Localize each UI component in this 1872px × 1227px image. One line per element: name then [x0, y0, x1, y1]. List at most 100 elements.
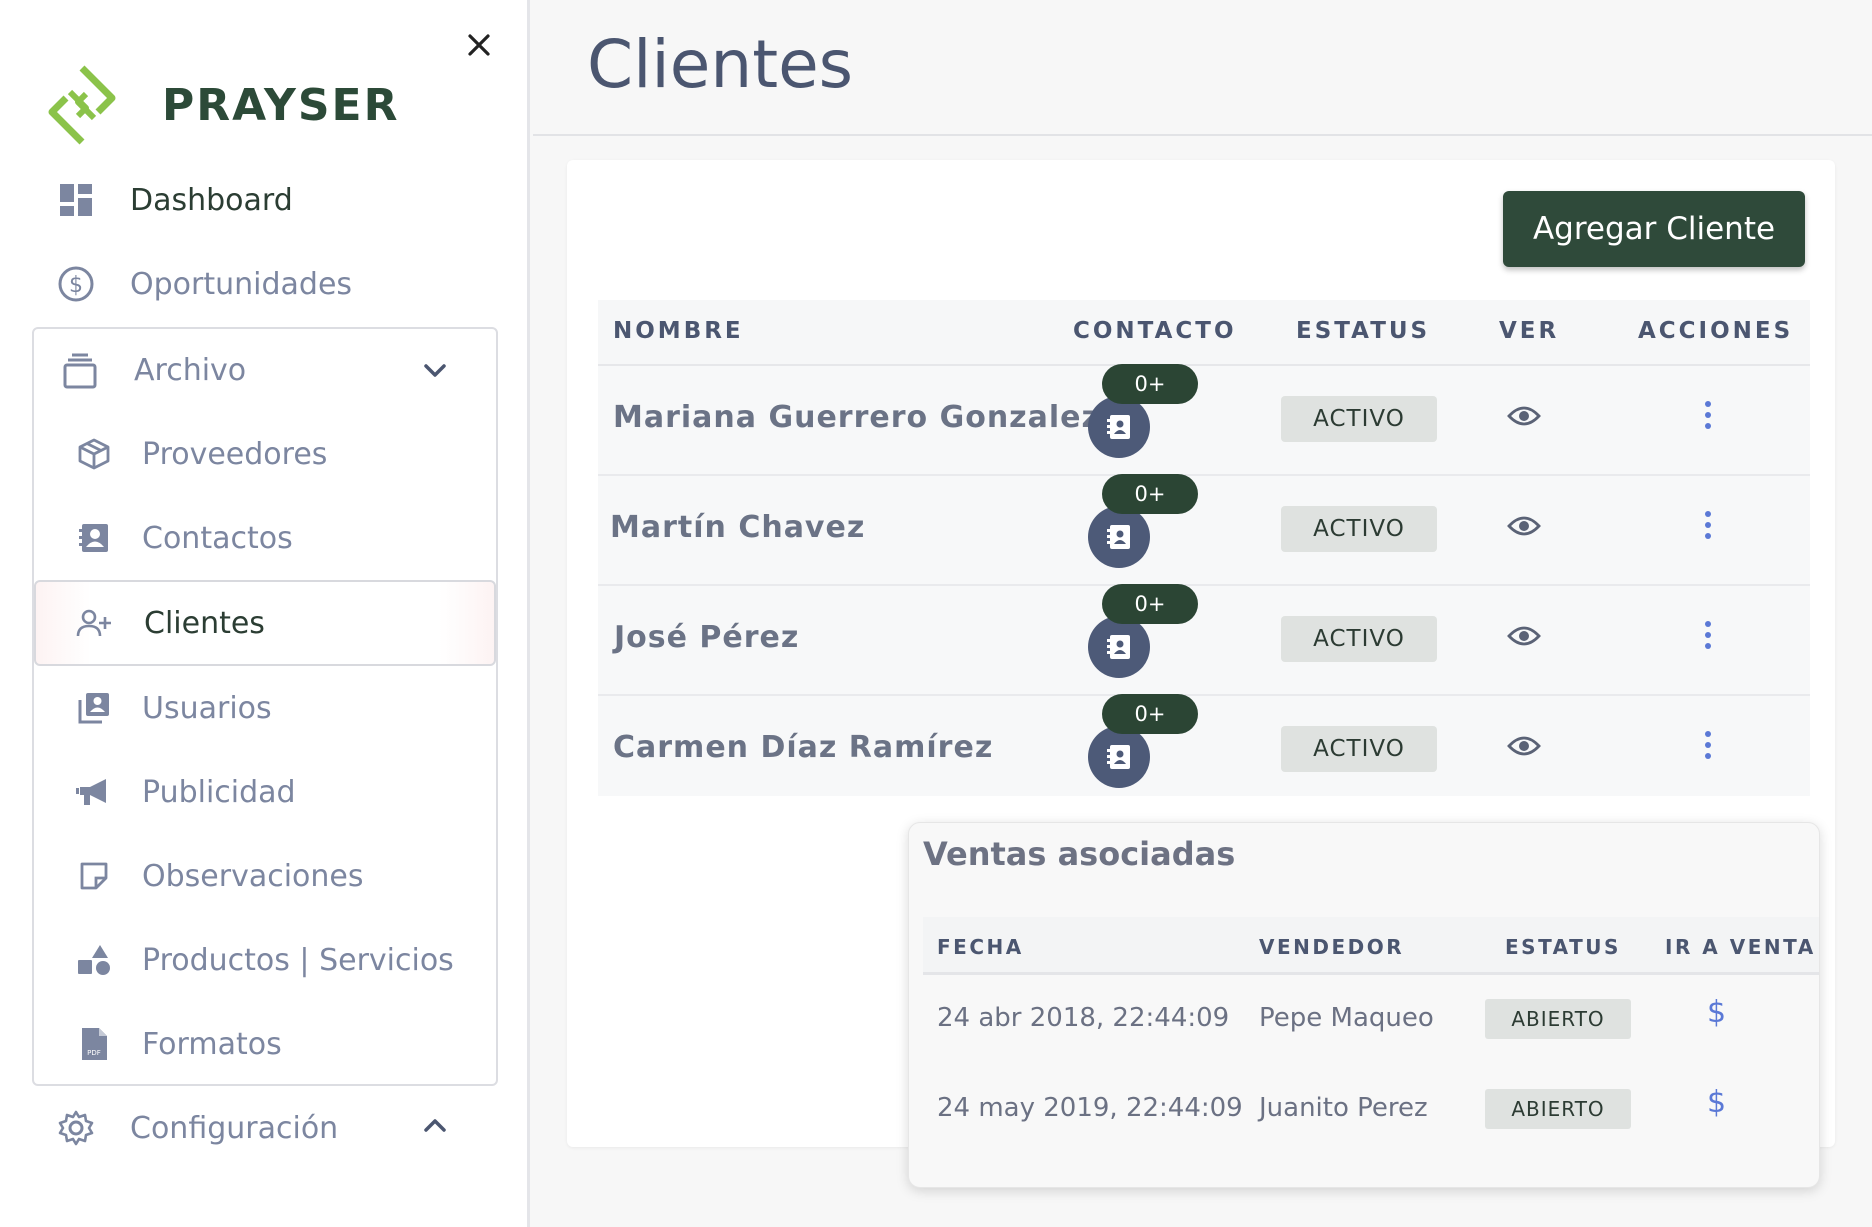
sidebar: PRAYSER Dashboard $ Oportunidades Archiv…	[0, 0, 530, 1227]
contact-button[interactable]	[1088, 506, 1150, 568]
ventas-table-header: FECHA VENDEDOR ESTATUS IR A VENTA	[923, 917, 1819, 975]
brand-name: PRAYSER	[162, 79, 400, 131]
client-name: Mariana Guerrero Gonzalez	[613, 400, 1100, 435]
sidebar-item-dashboard[interactable]: Dashboard	[56, 180, 293, 220]
seller-name: Juanito Perez	[1259, 1093, 1428, 1123]
sidebar-item-archivo[interactable]: Archivo	[60, 350, 460, 390]
sidebar-item-label: Clientes	[144, 605, 265, 641]
table-row: Martín Chavez 0+ ACTIVO	[598, 474, 1810, 586]
sidebar-item-proveedores[interactable]: Proveedores	[74, 434, 327, 474]
eye-icon	[1507, 626, 1541, 646]
sidebar-item-clientes[interactable]: Clientes	[74, 603, 265, 643]
view-button[interactable]	[1507, 624, 1541, 652]
row-actions-button[interactable]	[1702, 620, 1714, 654]
row-actions-button[interactable]	[1702, 510, 1714, 544]
column-header-estatus: ESTATUS	[1505, 935, 1621, 959]
row-actions-button[interactable]	[1702, 730, 1714, 764]
status-badge: ACTIVO	[1281, 616, 1437, 662]
sidebar-item-label: Proveedores	[142, 436, 328, 472]
column-header-fecha: FECHA	[937, 935, 1024, 959]
more-vertical-icon	[1705, 621, 1711, 649]
table-row: Mariana Guerrero Gonzalez 0+ ACTIVO	[598, 364, 1810, 476]
sidebar-item-observaciones[interactable]: Observaciones	[74, 856, 364, 896]
contact-count-badge: 0+	[1102, 364, 1198, 404]
sale-status-badge: ABIERTO	[1485, 1089, 1631, 1129]
column-header-acciones: ACCIONES	[1638, 318, 1794, 344]
contact-count-badge: 0+	[1102, 474, 1198, 514]
sidebar-item-formatos[interactable]: PDF Formatos	[74, 1024, 282, 1064]
box-icon	[74, 434, 114, 474]
table-row: Carmen Díaz Ramírez 0+ ACTIVO	[598, 694, 1810, 796]
note-icon	[74, 856, 114, 896]
eye-icon	[1507, 736, 1541, 756]
sidebar-item-label: Dashboard	[130, 182, 293, 218]
sidebar-item-usuarios[interactable]: Usuarios	[74, 688, 272, 728]
eye-icon	[1507, 406, 1541, 426]
sale-status-badge: ABIERTO	[1485, 999, 1631, 1039]
page-title: Clientes	[587, 26, 854, 103]
dollar-circle-icon: $	[56, 264, 96, 304]
more-vertical-icon	[1705, 511, 1711, 539]
sidebar-item-label: Contactos	[142, 520, 293, 556]
column-header-contacto: CONTACTO	[1073, 318, 1237, 344]
sidebar-item-label: Observaciones	[142, 858, 364, 894]
contact-cell: 0+	[1088, 694, 1198, 806]
go-to-sale-link[interactable]: $	[1707, 1085, 1726, 1120]
archive-icon	[60, 350, 100, 390]
contact-button[interactable]	[1088, 396, 1150, 458]
more-vertical-icon	[1705, 731, 1711, 759]
contact-count-badge: 0+	[1102, 694, 1198, 734]
contact-book-icon	[1107, 415, 1130, 439]
sale-date: 24 may 2019, 22:44:09	[937, 1093, 1243, 1123]
chevron-up-icon	[422, 1112, 448, 1147]
sidebar-item-label: Productos | Servicios	[142, 942, 454, 978]
contact-cell: 0+	[1088, 474, 1198, 586]
column-header-ir-a-venta: IR A VENTA	[1665, 935, 1816, 959]
close-icon	[468, 34, 490, 56]
table-row: José Pérez 0+ ACTIVO	[598, 584, 1810, 696]
go-to-sale-link[interactable]: $	[1707, 995, 1726, 1030]
column-header-nombre: NOMBRE	[613, 318, 744, 344]
contact-book-icon	[1107, 525, 1130, 549]
view-button[interactable]	[1507, 734, 1541, 762]
sidebar-item-configuracion[interactable]: Configuración	[56, 1108, 456, 1148]
view-button[interactable]	[1507, 404, 1541, 432]
prayser-logo-icon	[48, 65, 116, 145]
user-cards-icon	[74, 688, 114, 728]
contact-book-icon	[1107, 635, 1130, 659]
svg-text:$: $	[69, 273, 83, 298]
sidebar-item-label: Configuración	[130, 1110, 339, 1146]
gear-icon	[56, 1108, 96, 1148]
shapes-icon	[74, 940, 114, 980]
sidebar-item-label: Archivo	[134, 352, 247, 388]
client-name: José Pérez	[614, 620, 800, 655]
status-badge: ACTIVO	[1281, 726, 1437, 772]
contact-button[interactable]	[1088, 616, 1150, 678]
column-header-vendedor: VENDEDOR	[1259, 935, 1405, 959]
svg-text:PDF: PDF	[87, 1049, 101, 1057]
row-actions-button[interactable]	[1702, 400, 1714, 434]
sidebar-item-oportunidades[interactable]: $ Oportunidades	[56, 264, 352, 304]
contact-button[interactable]	[1088, 726, 1150, 788]
sidebar-item-productos-servicios[interactable]: Productos | Servicios	[74, 940, 454, 980]
ventas-row: 24 may 2019, 22:44:09 Juanito Perez ABIE…	[923, 1065, 1819, 1155]
contact-cell: 0+	[1088, 584, 1198, 696]
dashboard-icon	[56, 180, 96, 220]
sidebar-item-label: Oportunidades	[130, 266, 353, 302]
contact-cell: 0+	[1088, 364, 1198, 476]
ventas-asociadas-popup: Ventas asociadas FECHA VENDEDOR ESTATUS …	[908, 822, 1820, 1188]
page-header: Clientes	[533, 0, 1872, 136]
user-plus-icon	[74, 603, 114, 643]
view-button[interactable]	[1507, 514, 1541, 542]
brand-logo[interactable]: PRAYSER	[46, 64, 399, 146]
add-client-button[interactable]: Agregar Cliente	[1503, 191, 1805, 267]
status-badge: ACTIVO	[1281, 506, 1437, 552]
contact-book-icon	[74, 518, 114, 558]
status-badge: ACTIVO	[1281, 396, 1437, 442]
popup-title: Ventas asociadas	[923, 835, 1236, 873]
sidebar-item-publicidad[interactable]: Publicidad	[74, 772, 296, 812]
close-sidebar-button[interactable]	[462, 28, 496, 62]
sidebar-item-contactos[interactable]: Contactos	[74, 518, 293, 558]
eye-icon	[1507, 516, 1541, 536]
client-name: Carmen Díaz Ramírez	[613, 730, 994, 765]
